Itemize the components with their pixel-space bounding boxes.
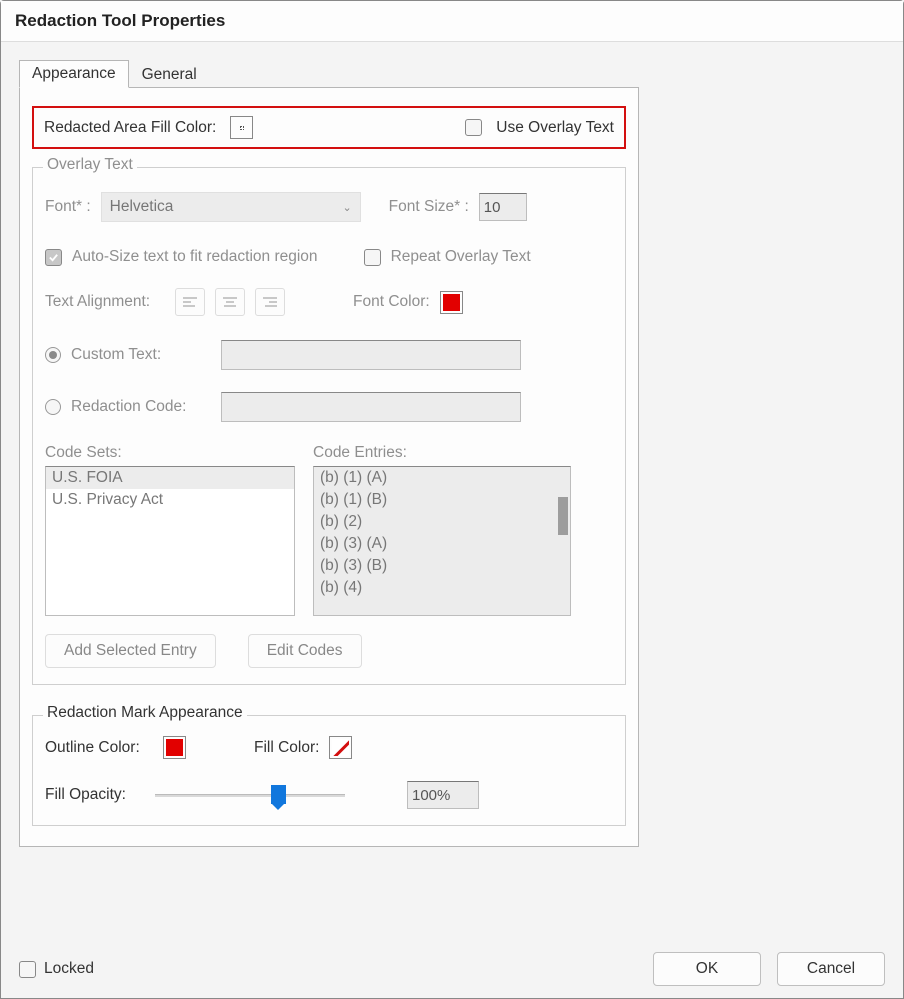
- redacted-fill-color-swatch[interactable]: [230, 116, 253, 139]
- redaction-code-label: Redaction Code:: [71, 398, 211, 416]
- code-entries-label: Code Entries:: [313, 444, 571, 462]
- fill-opacity-input[interactable]: [407, 781, 479, 809]
- highlighted-settings-row: Redacted Area Fill Color: Use Overlay Te…: [32, 106, 626, 149]
- redaction-mark-legend: Redaction Mark Appearance: [43, 704, 247, 722]
- text-alignment-label: Text Alignment:: [45, 293, 165, 311]
- overlay-text-legend: Overlay Text: [43, 156, 137, 174]
- custom-text-label: Custom Text:: [71, 346, 211, 364]
- locked-label: Locked: [44, 960, 94, 978]
- font-color-label: Font Color:: [353, 293, 430, 311]
- list-item[interactable]: (b) (1) (A): [314, 467, 570, 489]
- list-item[interactable]: (b) (1) (B): [314, 489, 570, 511]
- ok-button[interactable]: OK: [653, 952, 761, 986]
- list-item[interactable]: (b) (2): [314, 511, 570, 533]
- mark-fill-color-swatch[interactable]: [329, 736, 352, 759]
- outline-color-swatch[interactable]: [163, 736, 186, 759]
- dialog-title: Redaction Tool Properties: [1, 1, 903, 42]
- autosize-label: Auto-Size text to fit redaction region: [72, 248, 318, 266]
- scrollbar-thumb[interactable]: [558, 497, 568, 535]
- redaction-code-input[interactable]: [221, 392, 521, 422]
- list-item[interactable]: (b) (3) (A): [314, 533, 570, 555]
- font-size-input[interactable]: [479, 193, 527, 221]
- tab-appearance[interactable]: Appearance: [19, 60, 129, 88]
- use-overlay-text-checkbox[interactable]: [465, 119, 482, 136]
- font-label: Font* :: [45, 198, 91, 216]
- list-item[interactable]: (b) (4): [314, 577, 570, 599]
- repeat-overlay-checkbox[interactable]: [364, 249, 381, 266]
- list-item[interactable]: U.S. Privacy Act: [46, 489, 294, 511]
- overlay-text-group: Overlay Text Font* : Helvetica ⌄ Font Si…: [32, 167, 626, 685]
- autosize-checkbox[interactable]: [45, 249, 62, 266]
- tab-bar: Appearance General: [19, 60, 885, 88]
- dialog-footer: Locked OK Cancel: [19, 952, 885, 986]
- list-item[interactable]: U.S. FOIA: [46, 467, 294, 489]
- custom-text-radio[interactable]: [45, 347, 61, 363]
- code-entries-listbox[interactable]: (b) (1) (A) (b) (1) (B) (b) (2) (b) (3) …: [313, 466, 571, 616]
- tab-general[interactable]: General: [129, 61, 210, 88]
- appearance-panel: Redacted Area Fill Color: Use Overlay Te…: [19, 87, 639, 847]
- font-select[interactable]: Helvetica ⌄: [101, 192, 361, 222]
- fill-opacity-slider[interactable]: [155, 787, 345, 803]
- slider-thumb[interactable]: [271, 785, 286, 804]
- cancel-button[interactable]: Cancel: [777, 952, 885, 986]
- redaction-mark-group: Redaction Mark Appearance Outline Color:…: [32, 715, 626, 826]
- align-right-button[interactable]: [255, 288, 285, 316]
- fill-opacity-label: Fill Opacity:: [45, 786, 145, 804]
- chevron-down-icon: ⌄: [342, 201, 351, 214]
- outline-color-label: Outline Color:: [45, 739, 153, 757]
- locked-checkbox[interactable]: [19, 961, 36, 978]
- align-center-button[interactable]: [215, 288, 245, 316]
- use-overlay-text-label: Use Overlay Text: [496, 119, 614, 137]
- custom-text-input[interactable]: [221, 340, 521, 370]
- mark-fill-color-label: Fill Color:: [254, 739, 319, 757]
- list-item[interactable]: (b) (3) (B): [314, 555, 570, 577]
- font-color-swatch[interactable]: [440, 291, 463, 314]
- code-sets-label: Code Sets:: [45, 444, 295, 462]
- font-value: Helvetica: [110, 198, 174, 216]
- edit-codes-button[interactable]: Edit Codes: [248, 634, 362, 668]
- redaction-properties-dialog: Redaction Tool Properties Appearance Gen…: [0, 0, 904, 999]
- fill-color-label: Redacted Area Fill Color:: [44, 119, 216, 137]
- align-left-button[interactable]: [175, 288, 205, 316]
- font-size-label: Font Size* :: [389, 198, 469, 216]
- repeat-overlay-label: Repeat Overlay Text: [391, 248, 531, 266]
- add-selected-entry-button[interactable]: Add Selected Entry: [45, 634, 216, 668]
- code-sets-listbox[interactable]: U.S. FOIA U.S. Privacy Act: [45, 466, 295, 616]
- redaction-code-radio[interactable]: [45, 399, 61, 415]
